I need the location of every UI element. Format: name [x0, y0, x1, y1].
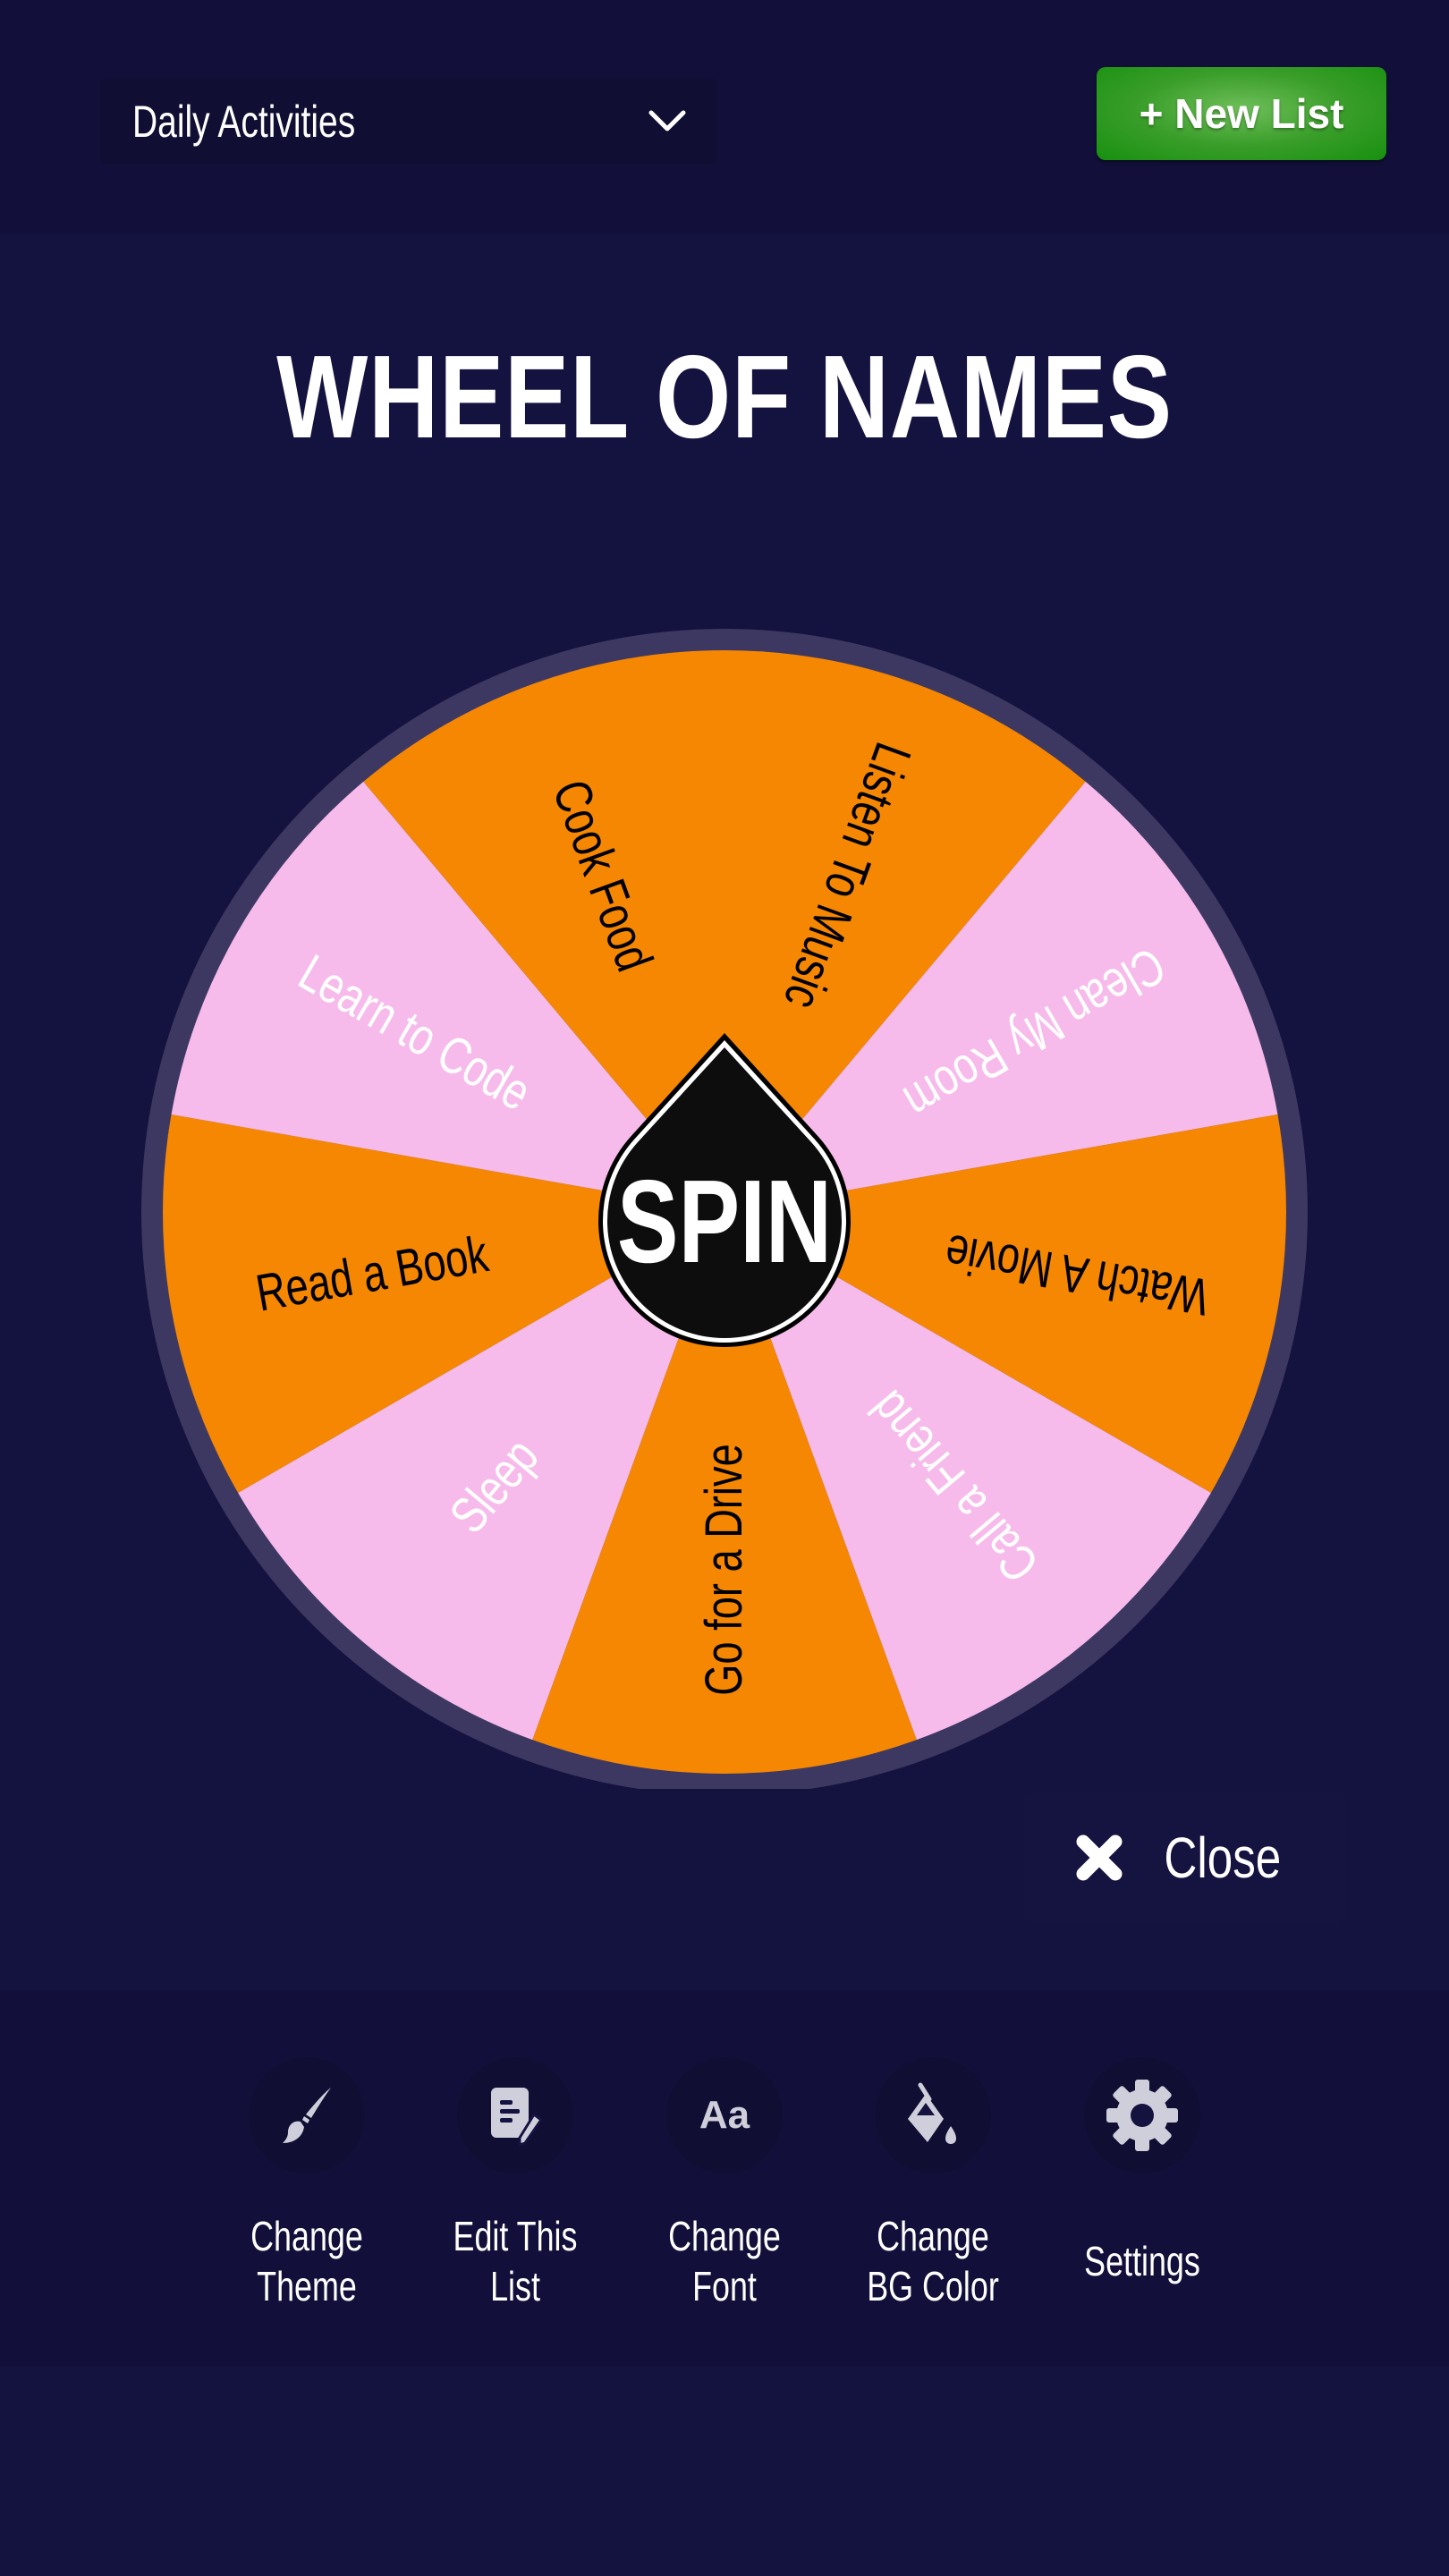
chevron-down-icon — [648, 110, 686, 131]
change-theme-label: Change Theme — [250, 2213, 363, 2309]
close-button[interactable]: Close — [1024, 1792, 1346, 1924]
list-selector-value: Daily Activities — [132, 97, 356, 147]
change-bg-color-button[interactable]: Change BG Color — [843, 2057, 1022, 2311]
wheel[interactable]: Listen To Music Clean My Room Watch A Movi… — [139, 617, 1310, 1795]
font-icon: Aa — [699, 2093, 750, 2137]
close-label: Close — [1164, 1826, 1282, 1890]
edit-list-button[interactable]: Edit This List — [426, 2057, 605, 2311]
settings-label: Settings — [1084, 2238, 1200, 2284]
settings-button[interactable]: Settings — [1053, 2057, 1232, 2286]
page-title: WHEEL OF NAMES — [276, 331, 1173, 462]
paint-bucket-icon — [908, 2082, 956, 2144]
paintbrush-icon — [283, 2088, 331, 2143]
spin-label: SPIN — [617, 1157, 832, 1288]
new-list-button[interactable]: + New List — [1097, 67, 1386, 160]
edit-list-icon — [491, 2088, 544, 2148]
bottom-toolbar: Change Theme Edit This List Aa Change Fo… — [0, 1990, 1449, 2366]
list-selector-dropdown[interactable]: Daily Activities — [100, 79, 717, 165]
close-icon — [1076, 1835, 1123, 1881]
change-bg-color-label: Change BG Color — [867, 2213, 999, 2309]
edit-list-label: Edit This List — [453, 2213, 578, 2309]
top-bar: Daily Activities + New List — [0, 0, 1449, 234]
wheel-graphic[interactable]: Listen To MusicClean My RoomWatch A Movi… — [139, 617, 1310, 1795]
change-theme-button[interactable]: Change Theme — [217, 2057, 396, 2311]
gear-icon — [1106, 2080, 1178, 2151]
change-font-label: Change Font — [668, 2213, 781, 2309]
wheel-segment-label: Go for a Drive — [696, 1444, 754, 1696]
change-font-button[interactable]: Aa Change Font — [635, 2057, 814, 2311]
